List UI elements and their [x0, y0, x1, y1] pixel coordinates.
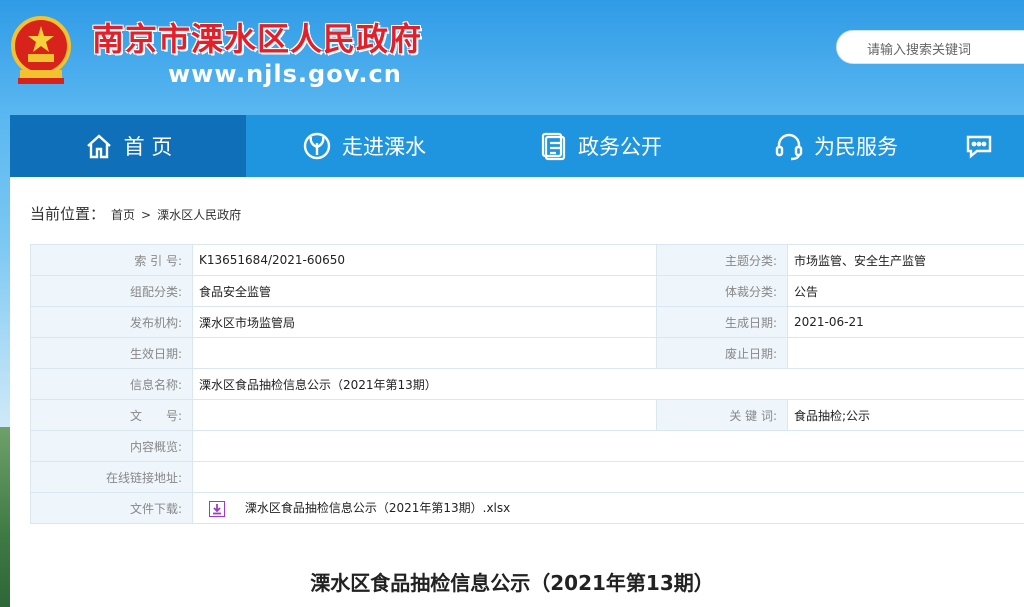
meta-label: 主题分类:	[656, 244, 788, 276]
meta-label: 发布机构:	[30, 306, 193, 338]
download-cell: 溧水区食品抽检信息公示（2021年第13期）.xlsx	[192, 492, 1024, 524]
search-input[interactable]: 请输入搜索关键词	[836, 30, 1024, 64]
breadcrumb-current-link[interactable]: 溧水区人民政府	[157, 206, 241, 223]
main-content: 当前位置： 首页 > 溧水区人民政府 索 引 号: K13651684/2021…	[10, 177, 1024, 607]
meta-value: 食品抽检;公示	[787, 399, 1024, 431]
home-icon	[86, 134, 111, 159]
meta-value	[192, 337, 657, 369]
article-title: 溧水区食品抽检信息公示（2021年第13期）	[310, 571, 714, 595]
leaf-icon	[303, 132, 331, 160]
meta-value[interactable]	[192, 461, 1024, 493]
meta-value: 溧水区市场监管局	[192, 306, 657, 338]
nav-item-label: 为民服务	[814, 135, 898, 159]
meta-label: 体裁分类:	[656, 275, 788, 307]
chat-icon	[966, 135, 992, 159]
meta-label: 生效日期:	[30, 337, 193, 369]
meta-value: 公告	[787, 275, 1024, 307]
document-icon	[541, 132, 566, 161]
table-row: 组配分类: 食品安全监管 体裁分类: 公告	[30, 275, 1024, 307]
meta-label: 信息名称:	[30, 368, 193, 400]
national-emblem-icon	[11, 16, 71, 84]
table-row: 生效日期: 废止日期:	[30, 337, 1024, 369]
download-file-link[interactable]: 溧水区食品抽检信息公示（2021年第13期）.xlsx	[245, 501, 510, 515]
table-row: 在线链接地址:	[30, 461, 1024, 493]
meta-label: 组配分类:	[30, 275, 193, 307]
nav-item-interaction[interactable]	[954, 115, 1024, 177]
meta-label: 关 键 词:	[656, 399, 788, 431]
nav-item-about-lishui[interactable]: 走进溧水	[246, 115, 482, 177]
meta-value: 市场监管、安全生产监管	[787, 244, 1024, 276]
table-row: 发布机构: 溧水区市场监管局 生成日期: 2021-06-21	[30, 306, 1024, 338]
nav-item-gov-affairs[interactable]: 政务公开	[482, 115, 718, 177]
document-meta-table: 索 引 号: K13651684/2021-60650 主题分类: 市场监管、安…	[30, 244, 1024, 524]
nav-item-public-service[interactable]: 为民服务	[718, 115, 954, 177]
meta-label: 废止日期:	[656, 337, 788, 369]
breadcrumb: 当前位置： 首页 > 溧水区人民政府	[30, 203, 241, 224]
breadcrumb-separator: >	[141, 208, 152, 222]
table-row: 文件下载: 溧水区食品抽检信息公示（2021年第13期）.xlsx	[30, 492, 1024, 524]
download-icon[interactable]	[209, 500, 225, 517]
meta-value: K13651684/2021-60650	[192, 244, 657, 276]
meta-label: 索 引 号:	[30, 244, 193, 276]
site-name[interactable]: 南京市溧水区人民政府	[92, 14, 422, 60]
site-url: www.njls.gov.cn	[168, 60, 402, 88]
meta-value	[192, 399, 657, 431]
meta-label: 文件下载:	[30, 492, 193, 524]
main-nav: 首 页 走进溧水 政务公开 为民服务	[10, 115, 1024, 177]
meta-value	[787, 337, 1024, 369]
nav-item-label: 走进溧水	[342, 135, 426, 159]
table-row: 索 引 号: K13651684/2021-60650 主题分类: 市场监管、安…	[30, 244, 1024, 276]
table-row: 信息名称: 溧水区食品抽检信息公示（2021年第13期）	[30, 368, 1024, 400]
meta-value: 食品安全监管	[192, 275, 657, 307]
meta-label: 生成日期:	[656, 306, 788, 338]
meta-value: 溧水区食品抽检信息公示（2021年第13期）	[192, 368, 1024, 400]
site-header: 南京市溧水区人民政府 www.njls.gov.cn 请输入搜索关键词	[0, 0, 1024, 115]
meta-value: 2021-06-21	[787, 306, 1024, 338]
meta-label: 内容概览:	[30, 430, 193, 462]
meta-label: 在线链接地址:	[30, 461, 193, 493]
nav-item-home[interactable]: 首 页	[10, 115, 246, 177]
headset-icon	[775, 133, 803, 161]
table-row: 文 号: 关 键 词: 食品抽检;公示	[30, 399, 1024, 431]
meta-label: 文 号:	[30, 399, 193, 431]
nav-item-label: 首 页	[123, 135, 173, 159]
meta-value	[192, 430, 1024, 462]
breadcrumb-label: 当前位置：	[30, 205, 106, 223]
table-row: 内容概览:	[30, 430, 1024, 462]
breadcrumb-home-link[interactable]: 首页	[111, 206, 135, 223]
nav-item-label: 政务公开	[578, 135, 662, 159]
